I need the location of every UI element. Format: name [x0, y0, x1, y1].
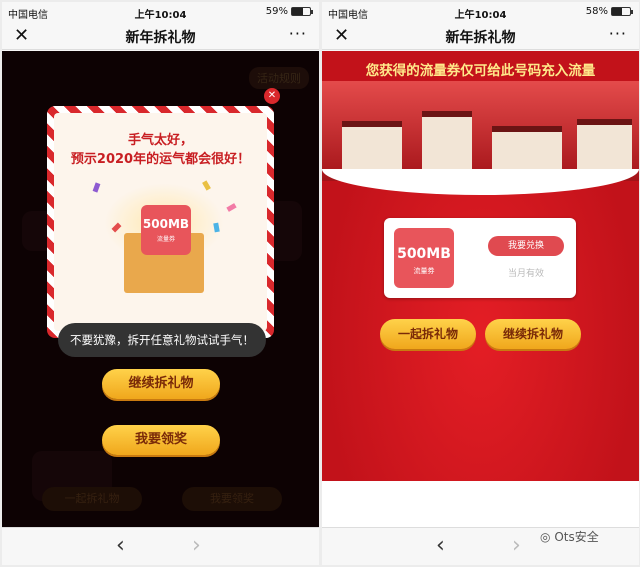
back-arrow-icon[interactable]: ‹: [116, 533, 125, 558]
confetti: [226, 203, 237, 212]
forward-arrow-icon[interactable]: ›: [192, 533, 201, 558]
page-title: 新年拆礼物: [445, 30, 516, 46]
more-icon[interactable]: ···: [609, 24, 627, 43]
popup-close-icon[interactable]: ✕: [264, 88, 280, 104]
confetti: [92, 182, 101, 193]
redeem-button[interactable]: 我要兑换: [488, 236, 564, 256]
claim-prize-button[interactable]: 我要领奖: [102, 425, 220, 455]
battery-percent: 58%: [585, 6, 608, 17]
snow-border: [322, 169, 639, 195]
house: [342, 121, 402, 171]
coupon-panel: 500MB 流量券 我要兑换 当月有效: [384, 218, 576, 298]
toast-message: 不要犹豫，拆开任意礼物试试手气！: [58, 323, 266, 357]
coupon-card: 500MB 流量券: [394, 228, 454, 288]
battery-icon: [611, 7, 633, 16]
battery-status: 59%: [265, 6, 313, 17]
house: [577, 119, 632, 171]
popup-line-2: 预示2020年的运气都会很好！: [70, 152, 251, 167]
nav-bar: ✕ 新年拆礼物 ···: [2, 22, 319, 50]
battery-percent: 59%: [265, 6, 288, 17]
coupon-amount: 500MB: [142, 217, 190, 231]
battery-status: 58%: [585, 6, 633, 17]
page-footer: [322, 481, 639, 527]
browser-toolbar: ‹ ›: [2, 527, 319, 565]
prize-popup: 手气太好， 预示2020年的运气都会很好！ 500MB 流量券: [47, 106, 274, 338]
prize-popup-body: 手气太好， 预示2020年的运气都会很好！ 500MB 流量券: [54, 113, 267, 331]
result-page-background: 您获得的流量券仅可给此号码充入流量 500MB 流量券 我要兑换 当月有效 一起…: [322, 51, 639, 527]
coupon-label: 流量券: [413, 267, 435, 275]
village-illustration: [322, 81, 639, 181]
status-bar: 中国电信 上午10:04 58%: [322, 2, 639, 22]
popup-line-1: 手气太好，: [127, 133, 193, 148]
right-phone-screen: 中国电信 上午10:04 58% ✕ 新年拆礼物 ··· 您获得的流量券仅可给此…: [322, 2, 639, 565]
left-phone-screen: 中国电信 上午10:04 59% ✕ 新年拆礼物 ··· 活动规则 一起拆礼物 …: [2, 2, 319, 565]
continue-unwrap-button[interactable]: 继续拆礼物: [102, 369, 220, 399]
nav-bar: ✕ 新年拆礼物 ···: [322, 22, 639, 50]
continue-unwrap-button[interactable]: 继续拆礼物: [485, 319, 581, 349]
page-title: 新年拆礼物: [125, 30, 196, 46]
house: [422, 111, 472, 171]
back-arrow-icon[interactable]: ‹: [436, 533, 445, 558]
wechat-watermark: ◎ Ots安全: [540, 528, 599, 545]
validity-text: 当月有效: [507, 269, 544, 279]
battery-icon: [291, 7, 313, 16]
coupon-label: 流量券: [156, 236, 175, 243]
coupon-card: 500MB 流量券: [141, 205, 191, 255]
coupon-amount: 500MB: [397, 246, 451, 262]
forward-arrow-icon[interactable]: ›: [512, 533, 521, 558]
house: [492, 126, 562, 171]
unwrap-together-button[interactable]: 一起拆礼物: [380, 319, 476, 349]
status-bar: 中国电信 上午10:04 59%: [2, 2, 319, 22]
watermark-text: Ots安全: [554, 530, 599, 544]
gift-page-background: 活动规则 一起拆礼物 我要领奖 手气太好， 预示2020年的运气都会很好！ 50…: [2, 51, 319, 527]
wechat-icon: ◎: [540, 530, 551, 544]
more-icon[interactable]: ···: [289, 24, 307, 43]
popup-message: 手气太好， 预示2020年的运气都会很好！: [54, 131, 267, 169]
banner-text: 您获得的流量券仅可给此号码充入流量: [365, 63, 596, 79]
